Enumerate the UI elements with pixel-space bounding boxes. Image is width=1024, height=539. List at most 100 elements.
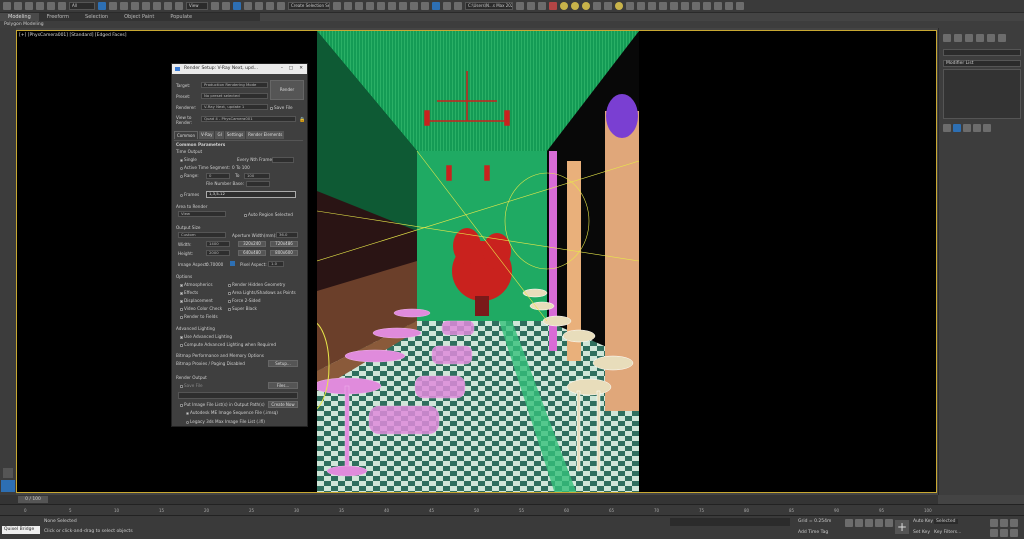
compute-advanced-checkbox[interactable]: Compute Advanced Lighting when Required — [180, 342, 276, 347]
vray-scatter-icon[interactable] — [637, 2, 645, 10]
window-crossing-icon[interactable] — [131, 2, 139, 10]
material-editor-icon[interactable] — [399, 2, 407, 10]
range-radio[interactable]: Range: — [180, 173, 199, 178]
create-tab-icon[interactable] — [943, 34, 951, 42]
super-black-checkbox[interactable]: Super Black — [228, 306, 257, 311]
single-radio[interactable]: Single — [180, 157, 197, 162]
keyboard-shortcut-icon[interactable] — [222, 2, 230, 10]
autodesk-me-radio[interactable]: Autodesk ME Image Sequence File (.imsq) — [186, 410, 278, 415]
save-file-checkbox[interactable]: Save File — [270, 105, 293, 110]
vray-extra-icon[interactable] — [725, 2, 733, 10]
vray-extra2-icon[interactable] — [736, 2, 744, 10]
percent-snap-icon[interactable] — [255, 2, 263, 10]
select-by-name-icon[interactable] — [109, 2, 117, 10]
pan-icon[interactable] — [1010, 519, 1018, 527]
force-2sided-checkbox[interactable]: Force 2-Sided — [228, 298, 261, 303]
frames-field[interactable]: 1,3,5-12 — [206, 191, 296, 198]
rendered-frame-icon[interactable] — [421, 2, 429, 10]
file-number-base-field[interactable] — [246, 181, 270, 187]
move-icon[interactable] — [142, 2, 150, 10]
output-size-dropdown[interactable]: Custom — [178, 232, 226, 238]
every-nth-field[interactable] — [272, 157, 294, 163]
render-setup-icon[interactable] — [410, 2, 418, 10]
ribbon-subtab[interactable]: Polygon Modeling — [0, 21, 1024, 28]
tab-modeling[interactable]: Modeling — [0, 13, 39, 21]
maximize-icon[interactable]: □ — [289, 64, 293, 74]
set-key-button[interactable]: Set Key — [913, 530, 930, 535]
edit-named-sel-icon[interactable] — [277, 2, 285, 10]
aperture-field[interactable]: 36.0 — [276, 232, 298, 238]
tab-vray[interactable]: V-Ray — [199, 131, 215, 139]
atmospherics-checkbox[interactable]: Atmospherics — [180, 282, 213, 287]
render-to-fields-checkbox[interactable]: Render to Fields — [180, 314, 218, 319]
range-from-field[interactable]: 0 — [206, 173, 230, 179]
view-to-render-dropdown[interactable]: Quad 4 - PhysCamera001 — [201, 116, 296, 122]
configure-sets-icon[interactable] — [983, 124, 991, 132]
placement-icon[interactable] — [175, 2, 183, 10]
vray-mtl-icon[interactable] — [670, 2, 678, 10]
tab-object-paint[interactable]: Object Paint — [116, 13, 162, 21]
a360-icon[interactable] — [454, 2, 462, 10]
link-icon[interactable] — [25, 2, 33, 10]
vray-decal-icon[interactable] — [648, 2, 656, 10]
layer-explorer-icon[interactable] — [355, 2, 363, 10]
make-unique-icon[interactable] — [963, 124, 971, 132]
object-name-field[interactable] — [943, 49, 1021, 56]
use-advanced-checkbox[interactable]: Use Advanced Lighting — [180, 334, 232, 339]
tab-gi[interactable]: GI — [215, 131, 224, 139]
frames-radio[interactable]: Frames — [180, 192, 199, 197]
modify-tab-icon[interactable] — [954, 34, 962, 42]
scale-icon[interactable] — [164, 2, 172, 10]
width-field[interactable]: 1400 — [206, 241, 230, 247]
add-time-tag[interactable]: Add Time Tag — [798, 530, 828, 535]
hierarchy-tab-icon[interactable] — [965, 34, 973, 42]
vray-render-icon[interactable] — [549, 2, 557, 10]
height-field[interactable]: 2000 — [206, 250, 230, 256]
viewport-layout-icon[interactable] — [3, 468, 13, 478]
viewport-camera[interactable] — [16, 30, 937, 493]
vray-lister-icon[interactable] — [681, 2, 689, 10]
range-to-field[interactable]: 100 — [244, 173, 270, 179]
pivot-icon[interactable] — [211, 2, 219, 10]
auto-region-checkbox[interactable]: Auto Region Selected — [244, 212, 293, 217]
tab-common[interactable]: Common — [174, 131, 199, 139]
vray-icon[interactable] — [527, 2, 535, 10]
close-icon[interactable]: ✕ — [299, 64, 303, 74]
fov-icon[interactable] — [1000, 529, 1008, 537]
angle-snap-icon[interactable] — [244, 2, 252, 10]
vray-ies-icon[interactable] — [571, 2, 579, 10]
utilities-tab-icon[interactable] — [998, 34, 1006, 42]
reference-coord-dropdown[interactable]: View — [186, 2, 208, 10]
previous-frame-icon[interactable] — [855, 519, 863, 527]
vray-light-icon[interactable] — [560, 2, 568, 10]
vray-proxy-icon[interactable] — [593, 2, 601, 10]
tab-freeform[interactable]: Freeform — [39, 13, 77, 21]
time-slider[interactable]: 0 / 100 — [0, 495, 938, 504]
maximize-viewport-icon[interactable] — [1010, 529, 1018, 537]
pixel-aspect-field[interactable]: 1.0 — [268, 261, 284, 267]
vray-ipr-icon[interactable] — [703, 2, 711, 10]
schematic-view-icon[interactable] — [388, 2, 396, 10]
tab-settings[interactable]: Settings — [224, 131, 246, 139]
viewport-label[interactable]: [+] [PhysCamera001] [Standard] [Edged Fa… — [19, 33, 127, 38]
redo-icon[interactable] — [14, 2, 22, 10]
preset-dropdown[interactable]: No preset selected — [201, 93, 268, 99]
show-end-result-icon[interactable] — [953, 124, 961, 132]
next-frame-icon[interactable] — [875, 519, 883, 527]
vray-settings-icon[interactable] — [692, 2, 700, 10]
auto-key-button[interactable]: Auto Key — [913, 519, 933, 524]
preset-320x240-button[interactable]: 320x240 — [238, 241, 266, 247]
vray-sphere-icon[interactable] — [615, 2, 623, 10]
project-path[interactable]: C:\Users\N...s Max 2020 — [465, 2, 513, 10]
remove-modifier-icon[interactable] — [973, 124, 981, 132]
rect-selection-icon[interactable] — [120, 2, 128, 10]
vray-cloud-icon[interactable] — [714, 2, 722, 10]
spinner-snap-icon[interactable] — [266, 2, 274, 10]
target-dropdown[interactable]: Production Rendering Mode — [201, 82, 268, 88]
legacy-ifl-radio[interactable]: Legacy 3ds Max Image File List (.ifl) — [186, 419, 265, 424]
undo-icon[interactable] — [3, 2, 11, 10]
active-segment-radio[interactable]: Active Time Segment: — [180, 165, 230, 170]
time-slider-thumb[interactable]: 0 / 100 — [18, 496, 48, 503]
preset-800x600-button[interactable]: 800x600 — [270, 250, 298, 256]
curve-editor-icon[interactable] — [377, 2, 385, 10]
